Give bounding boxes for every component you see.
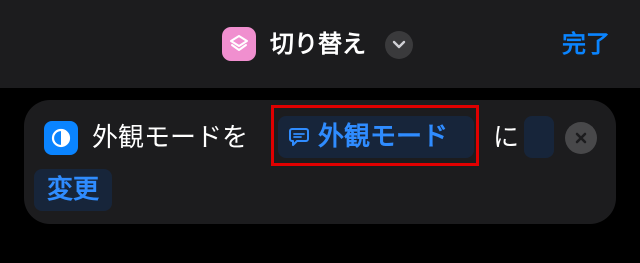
appearance-icon — [51, 128, 71, 148]
close-icon — [575, 132, 587, 144]
action-text-prefix: 外観モードを — [92, 123, 249, 153]
title-menu-button[interactable] — [385, 31, 413, 59]
done-button[interactable]: 完了 — [562, 26, 610, 62]
empty-parameter-token[interactable] — [524, 116, 554, 158]
header-bar: 切り替え 完了 — [0, 0, 640, 88]
message-bubble-icon — [289, 128, 309, 146]
chevron-down-icon — [392, 40, 406, 49]
appearance-variable-token[interactable]: 外観モード — [278, 116, 474, 158]
shortcut-title[interactable]: 切り替え — [270, 26, 366, 62]
variable-label: 外観モード — [318, 122, 449, 152]
action-text-particle: に — [493, 123, 520, 153]
operation-token[interactable]: 変更 — [34, 169, 112, 211]
layers-icon — [230, 35, 248, 51]
remove-action-button[interactable] — [565, 122, 597, 154]
appearance-action-icon — [44, 121, 78, 155]
operation-label: 変更 — [46, 175, 99, 205]
shortcut-icon[interactable] — [222, 27, 256, 61]
